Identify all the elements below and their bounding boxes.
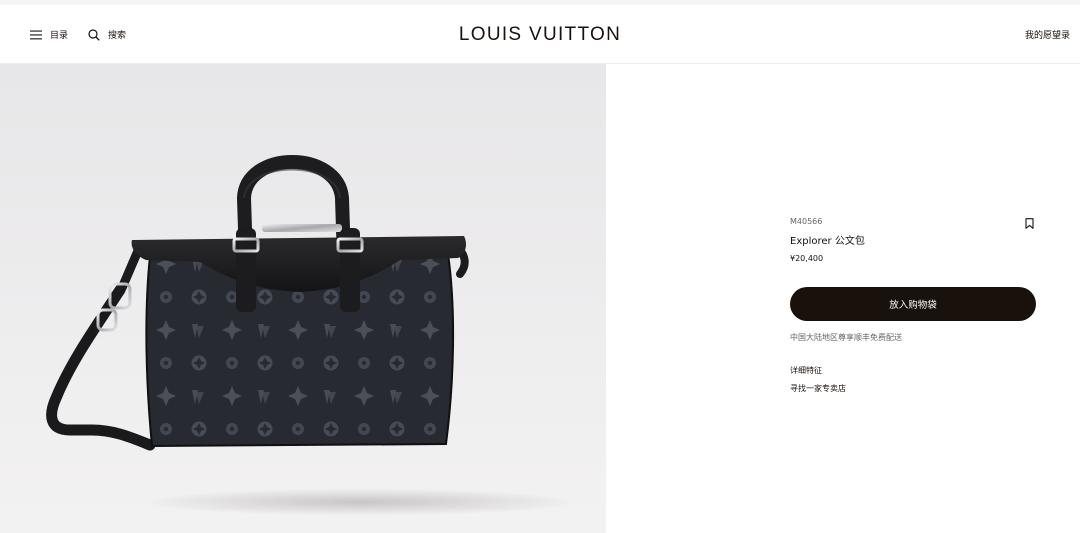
search-icon <box>88 28 100 41</box>
wishlist-link[interactable]: 我的愿望录 <box>1025 5 1070 64</box>
menu-label: 目录 <box>50 31 69 41</box>
product-sku: M40566 <box>790 217 823 226</box>
logo-container: LOUIS VUITTON <box>0 5 1080 64</box>
site-header: 目录 搜索 LOUIS VUITTON 我的愿望录 <box>0 5 1080 64</box>
bookmark-icon[interactable] <box>1025 218 1034 229</box>
product-price: ¥20,400 <box>790 254 824 263</box>
wishlist-label: 我的愿望录 <box>1024 31 1070 41</box>
product-name: Explorer 公文包 <box>790 236 865 247</box>
search-label: 搜索 <box>108 31 127 41</box>
product-image <box>0 64 606 533</box>
briefcase-image <box>46 155 469 451</box>
product-details-link[interactable]: 详细特征 <box>790 365 1036 377</box>
product-info-panel: M40566 Explorer 公文包 ¥20,400 放入购物袋 中国大陆地区… <box>790 216 1036 395</box>
brand-logo[interactable]: LOUIS VUITTON <box>459 24 621 46</box>
search-button[interactable]: 搜索 <box>88 28 126 41</box>
find-store-link[interactable]: 寻找一家专卖店 <box>790 383 1036 395</box>
hamburger-icon <box>30 30 42 39</box>
delivery-note: 中国大陆地区尊享顺丰免费配送 <box>790 333 902 342</box>
header-left-group: 目录 搜索 <box>30 5 126 64</box>
add-to-cart-button[interactable]: 放入购物袋 <box>790 287 1036 321</box>
menu-button[interactable]: 目录 <box>30 28 68 41</box>
